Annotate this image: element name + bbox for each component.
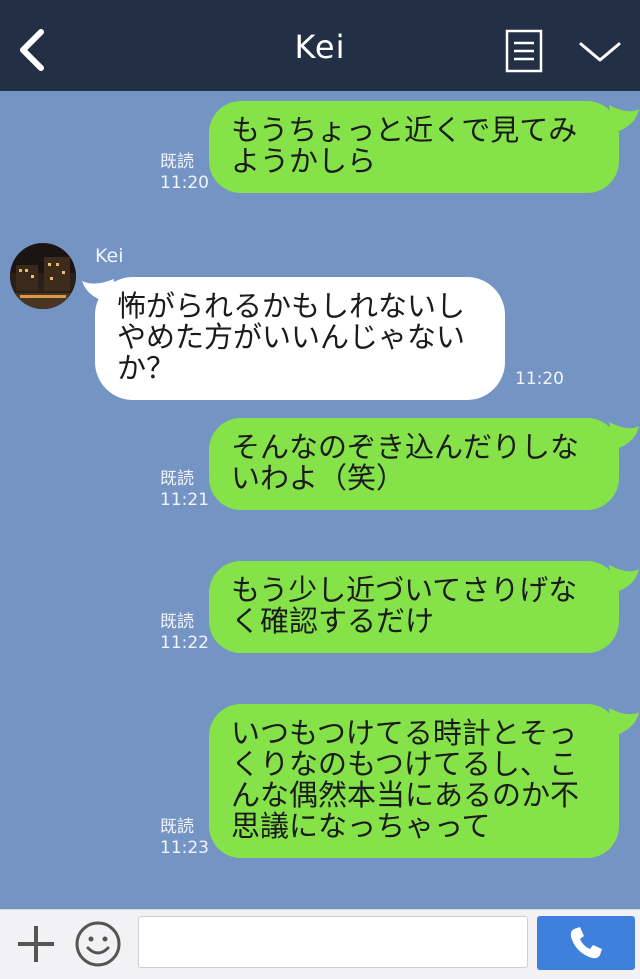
avatar-image <box>10 243 76 309</box>
chat-header: Kei <box>0 0 640 91</box>
bubble-tail <box>609 105 639 133</box>
message-bubble-received[interactable]: 怖がられるかもしれないし やめた方がいいんじゃない か？ <box>95 277 505 400</box>
message-status: 既読 11:22 <box>160 612 209 654</box>
message-bubble-sent[interactable]: もう少し近づいてさりげな く確認するだけ <box>209 561 619 653</box>
message-time: 11:21 <box>160 490 209 510</box>
smiley-icon <box>75 921 121 967</box>
phone-icon <box>570 927 602 959</box>
message-time: 11:23 <box>160 838 209 858</box>
read-receipt: 既読 <box>160 469 194 489</box>
message-time: 11:22 <box>160 633 209 653</box>
message-time: 11:20 <box>160 173 209 193</box>
bubble-tail <box>609 708 639 736</box>
message-bubble-sent[interactable]: いつもつけてる時計とそっ くりなのもつけてるし、こ んな偶然本当にあるのか不 思… <box>209 704 619 858</box>
message-input[interactable] <box>138 916 528 968</box>
plus-icon <box>18 926 54 962</box>
add-button[interactable] <box>14 922 58 966</box>
avatar[interactable] <box>10 243 76 309</box>
chat-title: Kei <box>294 28 346 66</box>
message-status: 既読 11:21 <box>160 469 209 511</box>
call-button[interactable] <box>537 916 635 970</box>
notes-button[interactable] <box>504 28 544 74</box>
message-time: 11:20 <box>515 369 564 389</box>
chat-area[interactable]: 既読 11:20 もうちょっと近くで見てみ ようかしら Kei 怖がられるかもし… <box>0 91 640 909</box>
message-bubble-sent[interactable]: もうちょっと近くで見てみ ようかしら <box>209 101 619 193</box>
message-status: 既読 11:20 <box>160 152 209 194</box>
message-bubble-sent[interactable]: そんなのぞき込んだりしな いわよ（笑） <box>209 418 619 510</box>
bubble-tail <box>609 565 639 593</box>
bubble-tail <box>609 422 639 450</box>
read-receipt: 既読 <box>160 612 194 632</box>
chevron-down-icon <box>579 42 621 62</box>
message-status: 既読 11:23 <box>160 817 209 859</box>
emoji-button[interactable] <box>74 920 122 968</box>
menu-button[interactable] <box>575 30 625 70</box>
note-icon <box>505 29 543 73</box>
read-receipt: 既読 <box>160 817 194 837</box>
sender-name: Kei <box>95 245 124 267</box>
read-receipt: 既読 <box>160 152 194 172</box>
input-bar <box>0 909 640 979</box>
